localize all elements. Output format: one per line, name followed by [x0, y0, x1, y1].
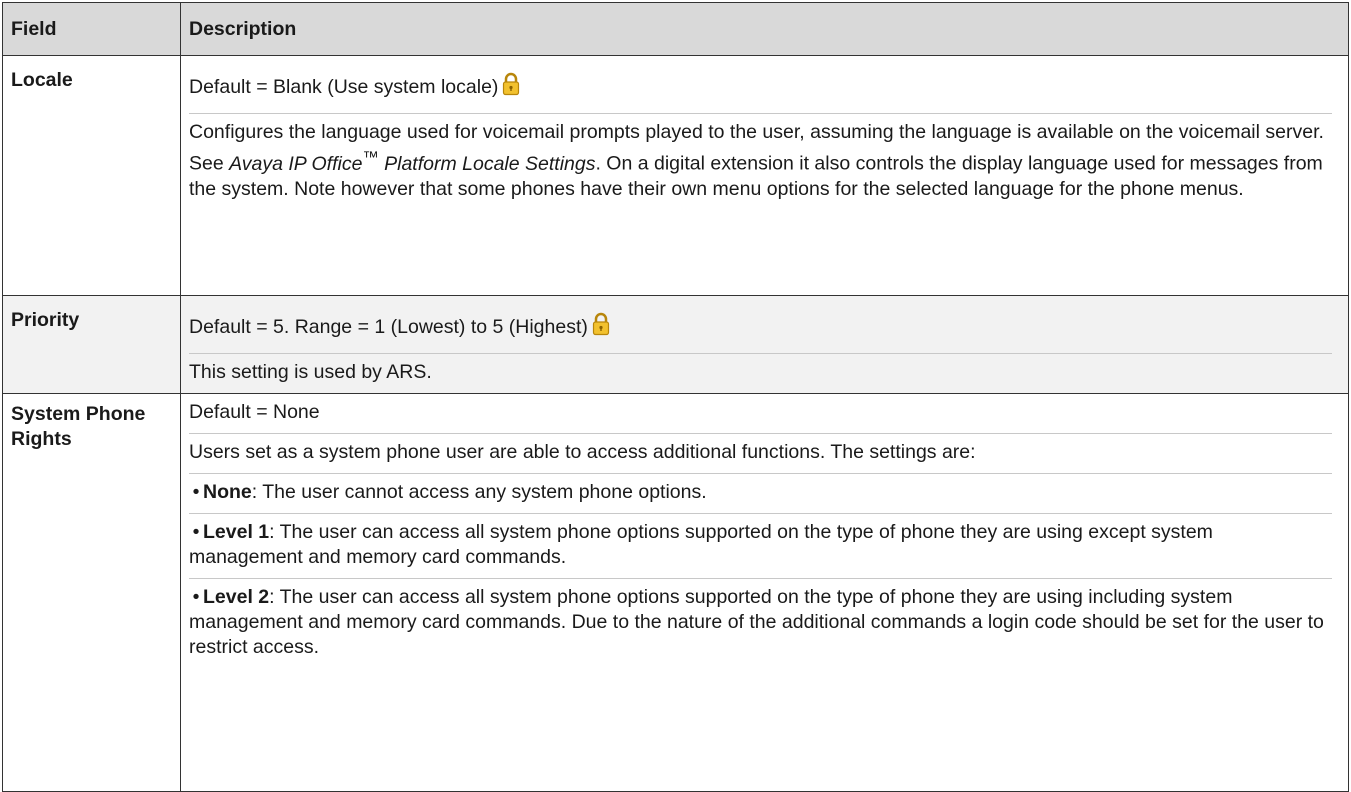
option-level-1: • Level 1: The user can access all system…	[189, 513, 1332, 578]
priority-default: Default = 5. Range = 1 (Lowest) to 5 (Hi…	[189, 302, 1332, 353]
doc-reference: Avaya IP Office™ Platform Locale Setting…	[229, 148, 596, 175]
desc-priority: Default = 5. Range = 1 (Lowest) to 5 (Hi…	[180, 295, 1349, 394]
locale-default: Default = Blank (Use system locale)	[189, 62, 1332, 113]
row-system-phone-rights: System Phone Rights Default = None Users…	[2, 393, 1349, 792]
lock-icon	[592, 312, 610, 343]
spr-default: Default = None	[189, 401, 320, 423]
field-locale: Locale	[2, 55, 181, 296]
bullet-icon: •	[192, 481, 200, 503]
option-none: • None: The user cannot access any system…	[189, 473, 1332, 513]
field-priority: Priority	[2, 295, 181, 394]
row-priority: Priority Default = 5. Range = 1 (Lowest)…	[2, 295, 1349, 394]
fields-table: Field Description Locale Default = Blank…	[2, 2, 1349, 792]
field-system-phone-rights: System Phone Rights	[2, 393, 181, 792]
bullet-icon: •	[192, 521, 200, 543]
locale-description: Configures the language used for voicema…	[189, 113, 1332, 210]
desc-locale: Default = Blank (Use system locale) Conf…	[180, 55, 1349, 296]
spr-intro: Users set as a system phone user are abl…	[189, 433, 1332, 473]
header-description: Description	[180, 2, 1349, 56]
header-row: Field Description	[2, 2, 1349, 56]
priority-description: This setting is used by ARS.	[189, 353, 1332, 393]
bullet-icon: •	[192, 586, 200, 608]
desc-system-phone-rights: Default = None Users set as a system pho…	[180, 393, 1349, 792]
lock-icon	[502, 72, 520, 103]
option-level-2: • Level 2: The user can access all system…	[189, 578, 1332, 668]
row-locale: Locale Default = Blank (Use system local…	[2, 55, 1349, 296]
header-field: Field	[2, 2, 181, 56]
